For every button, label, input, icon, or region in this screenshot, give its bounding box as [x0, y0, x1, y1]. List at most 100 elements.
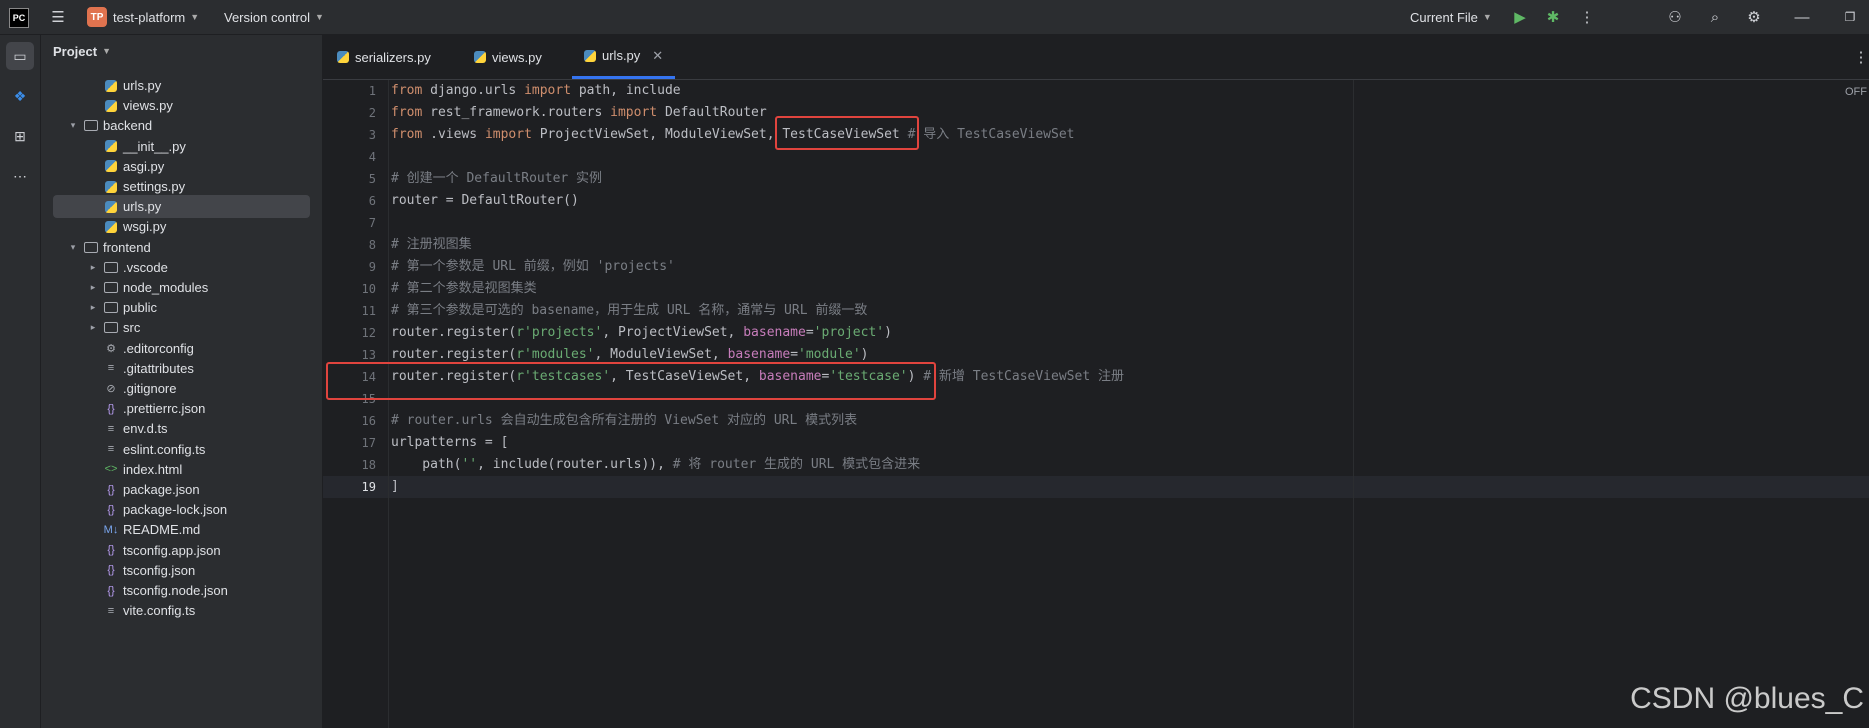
text-file-icon: ≡: [107, 443, 115, 456]
markdown-file-icon: M↓: [103, 523, 119, 536]
line-number: 6: [368, 194, 376, 208]
version-control-menu[interactable]: Version control ▼: [224, 0, 324, 34]
close-icon[interactable]: ✕: [652, 48, 663, 64]
project-name: test-platform: [113, 9, 186, 25]
code-line: # 第二个参数是视图集类: [391, 278, 537, 300]
project-panel-title: Project: [53, 43, 98, 59]
chevron-down-icon[interactable]: ▾: [68, 120, 78, 131]
code-line: from .views import ProjectViewSet, Modul…: [391, 124, 1074, 146]
line-number: 4: [368, 150, 376, 164]
more-actions-icon[interactable]: ⋮: [1577, 7, 1597, 27]
chevron-right-icon[interactable]: ▸: [88, 322, 98, 333]
html-file-icon: <>: [104, 463, 118, 476]
more-tools-icon[interactable]: ⋯: [6, 162, 34, 190]
tab-urls-py[interactable]: urls.py ✕: [572, 35, 676, 79]
project-panel-header[interactable]: Project ▼: [53, 35, 111, 67]
python-file-icon: [104, 180, 118, 194]
code-token: import: [484, 127, 532, 142]
code-token: router.register(: [391, 347, 517, 362]
code-token: # 将 router 生成的 URL 模式包含进来: [672, 457, 921, 472]
tree-item-label: frontend: [103, 239, 151, 255]
tree-item-label: urls.py: [123, 199, 162, 215]
tree-item-label: public: [123, 300, 157, 316]
tree-item-label: src: [123, 320, 141, 336]
code-line: urlpatterns = [: [391, 432, 508, 454]
code-token: # 第三个参数是可选的 basename，用于生成 URL 名称，通常与 URL…: [391, 303, 868, 318]
folder-icon: [104, 260, 118, 274]
text-file-icon: ≡: [107, 362, 115, 375]
line-number: 1: [368, 84, 376, 98]
python-file-icon: [474, 51, 486, 63]
line-number: 17: [361, 436, 376, 450]
code-token: # 第二个参数是视图集类: [391, 281, 537, 296]
code-token: , include(router.urls)),: [477, 457, 673, 472]
code-token: urlpatterns = [: [391, 435, 509, 450]
tree-item-label: .vscode: [123, 259, 168, 275]
tree-item-label: package-lock.json: [123, 502, 228, 518]
tab-options-icon[interactable]: ⋮: [1851, 47, 1869, 67]
python-file-icon: [104, 220, 118, 234]
code-token: path, include: [571, 83, 681, 98]
code-editor[interactable]: 1 2 3 4 5 6 7 8 9 10 11 12 13 14 15 16 17 18 19 from djang…: [323, 80, 1869, 728]
run-icon[interactable]: ▶: [1510, 7, 1530, 27]
tree-item-label: __init__.py: [123, 138, 186, 154]
code-token: # 导入 TestCaseViewSet: [907, 127, 1075, 142]
json-file-icon: {}: [107, 503, 115, 516]
tree-item-label: .gitattributes: [123, 360, 194, 376]
chevron-right-icon[interactable]: ▸: [88, 262, 98, 273]
json-file-icon: {}: [107, 584, 115, 597]
python-file-icon: [104, 200, 118, 214]
code-line: # 注册视图集: [391, 234, 472, 256]
main-menu-icon[interactable]: ☰: [48, 7, 68, 27]
python-file-icon: [104, 139, 118, 153]
run-config-label: Current File: [1410, 9, 1478, 25]
json-file-icon: {}: [107, 544, 115, 557]
tab-views-py[interactable]: views.py: [474, 35, 542, 79]
tree-item-label: wsgi.py: [123, 219, 167, 235]
code-token: ): [860, 347, 869, 362]
right-margin-guide: [1353, 80, 1354, 728]
project-switcher[interactable]: TP test-platform ▼: [87, 0, 199, 34]
line-number: 3: [368, 128, 376, 142]
chevron-right-icon[interactable]: ▸: [88, 282, 98, 293]
line-number: 11: [361, 304, 376, 318]
tab-label: views.py: [492, 49, 542, 65]
chevron-down-icon[interactable]: ▾: [68, 242, 78, 253]
folder-icon: [84, 240, 98, 254]
add-user-icon[interactable]: ⚇: [1665, 7, 1685, 27]
project-panel: Project ▼ urls.py views.py ▾ backend __init_…: [41, 35, 361, 728]
code-token: from: [391, 127, 423, 142]
code-line: # router.urls 会自动生成包含所有注册的 ViewSet 对应的 U…: [391, 410, 857, 432]
debug-icon[interactable]: ✱: [1543, 7, 1563, 27]
python-file-icon: [104, 79, 118, 93]
editor-tabs: serializers.py views.py urls.py ✕ ⋮: [323, 35, 1869, 80]
code-token: r'projects': [516, 325, 603, 340]
settings-gear-icon[interactable]: ⚙: [1744, 7, 1764, 27]
run-config-selector[interactable]: Current File ▼: [1410, 0, 1492, 34]
code-token: , ProjectViewSet,: [602, 325, 744, 340]
plugins-icon[interactable]: ⊞: [6, 122, 34, 150]
structure-icon[interactable]: ❖: [6, 82, 34, 110]
code-token: basename: [727, 347, 791, 362]
project-badge: TP: [87, 7, 107, 27]
code-token: django.urls: [422, 83, 525, 98]
code-token: ]: [391, 479, 399, 494]
tree-item-label: tsconfig.json: [123, 562, 196, 578]
highlight-box-import: [775, 116, 919, 150]
tab-serializers-py[interactable]: serializers.py: [337, 35, 431, 79]
tree-item-label: env.d.ts: [123, 421, 168, 437]
python-file-icon: [104, 99, 118, 113]
python-file-icon: [104, 159, 118, 173]
json-file-icon: {}: [107, 402, 115, 415]
tree-item[interactable]: ≡ vite.config.ts: [41, 599, 311, 622]
tree-item-label: .prettierrc.json: [123, 401, 206, 417]
line-number: 9: [368, 260, 376, 274]
project-folder-icon[interactable]: ▭: [6, 42, 34, 70]
chevron-right-icon[interactable]: ▸: [88, 302, 98, 313]
code-token: # 注册视图集: [391, 237, 472, 252]
search-icon[interactable]: ⌕: [1705, 7, 1725, 27]
code-token: # 创建一个 DefaultRouter 实例: [391, 171, 603, 186]
minimize-icon[interactable]: —: [1792, 7, 1812, 27]
restore-window-icon[interactable]: ❐: [1840, 7, 1860, 27]
code-token: .views: [422, 127, 485, 142]
